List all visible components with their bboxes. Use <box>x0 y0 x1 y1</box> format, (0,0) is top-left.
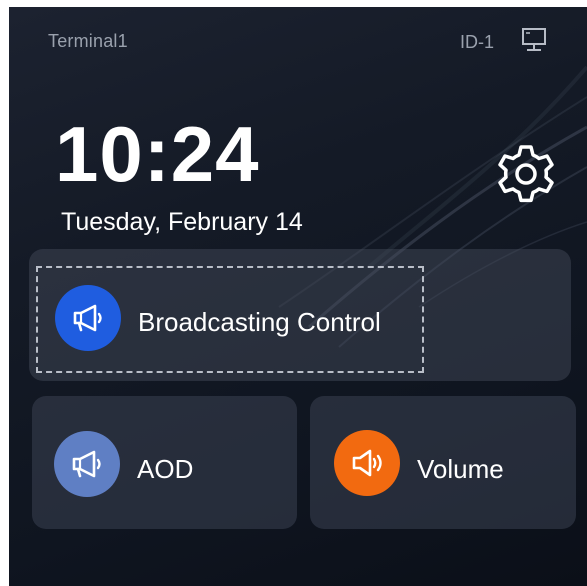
clock-time: 10:24 <box>55 110 260 198</box>
device-id: ID-1 <box>460 32 495 52</box>
monitor-icon <box>522 28 546 51</box>
gear-icon[interactable] <box>493 141 559 207</box>
aod-label: AOD <box>137 454 194 484</box>
volume-icon-circle <box>334 430 400 496</box>
megaphone-icon <box>72 450 101 478</box>
speaker-icon <box>352 449 382 477</box>
aod-icon-circle <box>54 431 120 497</box>
home-screen: Terminal1 ID-1 10:24 Tuesday, February 1… <box>9 7 587 586</box>
broadcast-icon-circle <box>55 285 121 351</box>
clock-date: Tuesday, February 14 <box>61 208 303 236</box>
volume-label: Volume <box>417 454 504 484</box>
broadcasting-control-label: Broadcasting Control <box>138 307 381 337</box>
megaphone-icon <box>73 304 102 332</box>
terminal-name: Terminal1 <box>48 31 128 51</box>
